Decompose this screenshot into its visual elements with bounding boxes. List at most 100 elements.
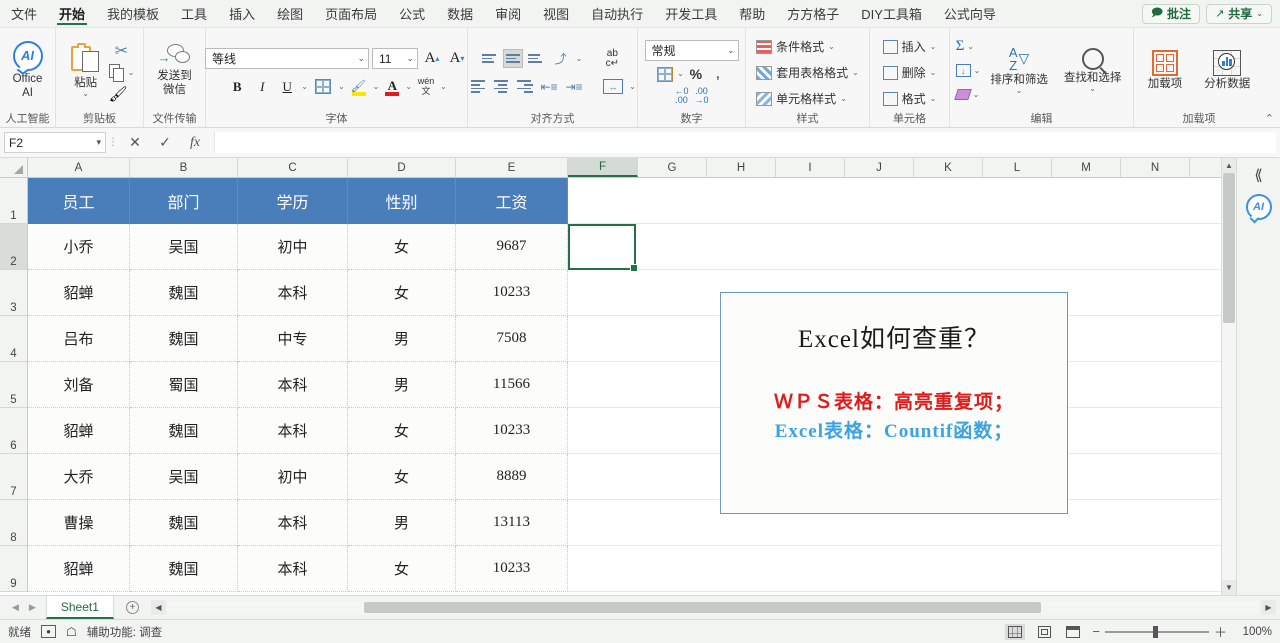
cell-a6[interactable]: 貂蝉 (28, 408, 130, 454)
next-sheet-icon[interactable]: ▶ (29, 602, 36, 613)
menu-tab-review[interactable]: 审阅 (484, 0, 532, 27)
menu-tab-view[interactable]: 视图 (532, 0, 580, 27)
italic-button[interactable]: I (251, 76, 273, 97)
scroll-left-icon[interactable]: ◀ (150, 600, 166, 615)
confirm-entry-button[interactable]: ✓ (150, 134, 180, 151)
column-header-f[interactable]: F (568, 158, 638, 177)
cell-d7[interactable]: 女 (348, 454, 456, 500)
menu-tab-formula-wizard[interactable]: 公式向导 (933, 0, 1007, 27)
menu-tab-diy-toolbox[interactable]: DIY工具箱 (850, 0, 933, 27)
cell-c1[interactable]: 学历 (238, 178, 348, 224)
cell-a8[interactable]: 曹操 (28, 500, 130, 546)
align-top-button[interactable] (480, 49, 500, 68)
cell-e2[interactable]: 9687 (456, 224, 568, 270)
paste-button[interactable]: 粘贴 ⌄ (65, 41, 107, 101)
cell-a2[interactable]: 小乔 (28, 224, 130, 270)
menu-tab-draw[interactable]: 绘图 (266, 0, 314, 27)
column-header-e[interactable]: E (456, 158, 568, 177)
chevron-down-icon[interactable]: ⌄ (677, 70, 684, 78)
zoom-in-button[interactable]: ＋ (1214, 622, 1227, 641)
comma-style-button[interactable]: , (708, 65, 728, 83)
conditional-formatting-button[interactable]: 条件格式 ⌄ (756, 35, 835, 59)
sort-filter-button[interactable]: A Z ▽ 排序和筛选 ⌄ (984, 44, 1054, 98)
row-header-8[interactable]: 8 (0, 500, 28, 546)
cell-a4[interactable]: 吕布 (28, 316, 130, 362)
align-center-button[interactable] (492, 77, 512, 96)
collapse-ribbon-icon[interactable]: ⌃ (1265, 112, 1274, 125)
prev-sheet-icon[interactable]: ◀ (12, 602, 19, 613)
column-header-j[interactable]: J (845, 158, 914, 177)
cell-b6[interactable]: 魏国 (130, 408, 238, 454)
horizontal-scroll-thumb[interactable] (364, 602, 1041, 613)
cell-b5[interactable]: 蜀国 (130, 362, 238, 408)
menu-tab-tools[interactable]: 工具 (170, 0, 218, 27)
menu-tab-file[interactable]: 文件 (0, 0, 48, 27)
page-break-view-button[interactable] (1063, 624, 1083, 640)
column-header-k[interactable]: K (914, 158, 983, 177)
select-all-corner[interactable] (0, 158, 28, 177)
formula-input[interactable] (214, 132, 1276, 153)
format-cells-button[interactable]: 格式 ⌄ (882, 87, 936, 111)
office-ai-button[interactable]: AI Office AI (4, 39, 51, 102)
sheet-tab-sheet1[interactable]: Sheet1 (45, 596, 114, 619)
collapse-panel-icon[interactable]: ⟪ (1254, 166, 1262, 184)
number-format-select[interactable]: 常规 ⌄ (644, 40, 739, 61)
find-select-button[interactable]: 查找和选择 ⌄ (1058, 46, 1128, 96)
cell-a1[interactable]: 员工 (28, 178, 130, 224)
cell-c4[interactable]: 中专 (238, 316, 348, 362)
cut-button[interactable]: ✂ (109, 41, 135, 61)
insert-cells-button[interactable]: 插入 ⌄ (882, 35, 936, 59)
cell-d5[interactable]: 男 (348, 362, 456, 408)
cell-e1[interactable]: 工资 (456, 178, 568, 224)
cell-e3[interactable]: 10233 (456, 270, 568, 316)
normal-view-button[interactable] (1005, 623, 1026, 640)
cell-e5[interactable]: 11566 (456, 362, 568, 408)
column-header-g[interactable]: G (638, 158, 707, 177)
autosum-button[interactable]: Σ ⌄ (956, 36, 981, 58)
row-header-5[interactable]: 5 (0, 362, 28, 408)
send-to-wechat-button[interactable]: → 发送到微信 (148, 42, 201, 99)
cell-f1[interactable] (568, 178, 1236, 224)
name-box[interactable]: F2 ▾ (4, 132, 106, 153)
horizontal-scroll-track[interactable] (167, 601, 1259, 614)
column-header-c[interactable]: C (238, 158, 348, 177)
orientation-button[interactable]: ⤴ (549, 48, 573, 69)
row-header-7[interactable]: 7 (0, 454, 28, 500)
scroll-down-icon[interactable]: ▼ (1222, 580, 1236, 595)
cell-d2[interactable]: 女 (348, 224, 456, 270)
addins-button[interactable]: 加载项 (1142, 48, 1189, 94)
vertical-scrollbar[interactable]: ▲ ▼ (1221, 158, 1236, 595)
column-header-n[interactable]: N (1121, 158, 1190, 177)
ai-assistant-icon[interactable]: AI (1245, 194, 1272, 220)
record-macro-icon[interactable]: ● (41, 625, 56, 638)
copy-button[interactable]: ⌄ (108, 63, 134, 82)
column-header-h[interactable]: H (707, 158, 776, 177)
cell-c8[interactable]: 本科 (238, 500, 348, 546)
column-header-i[interactable]: I (776, 158, 845, 177)
clear-button[interactable]: ⌄ (953, 84, 981, 106)
cell-e6[interactable]: 10233 (456, 408, 568, 454)
menu-tab-my-templates[interactable]: 我的模板 (96, 0, 170, 27)
cell-d9[interactable]: 女 (348, 546, 456, 592)
cell-c2[interactable]: 初中 (238, 224, 348, 270)
cell-a3[interactable]: 貂蝉 (28, 270, 130, 316)
menu-tab-page-layout[interactable]: 页面布局 (314, 0, 388, 27)
cell-d4[interactable]: 男 (348, 316, 456, 362)
cell-f2[interactable] (568, 224, 1236, 270)
chevron-down-icon[interactable]: ⌄ (629, 82, 636, 91)
increase-decimal-icon[interactable]: ←0.00 (674, 87, 688, 105)
font-size-select[interactable]: 11 ⌄ (372, 48, 418, 69)
align-middle-button[interactable] (502, 49, 523, 68)
cell-d6[interactable]: 女 (348, 408, 456, 454)
menu-tab-insert[interactable]: 插入 (218, 0, 266, 27)
add-sheet-button[interactable]: + (114, 596, 151, 619)
info-textbox[interactable]: Excel如何查重？ ＷＰＳ表格：高亮重复项； Excel表格：Countif函… (720, 292, 1068, 514)
font-color-button[interactable]: A (382, 76, 402, 97)
decrease-indent-button[interactable]: ⇤≡ (538, 76, 560, 97)
bold-button[interactable]: B (226, 76, 248, 97)
cell-b2[interactable]: 吴国 (130, 224, 238, 270)
menu-tab-fanfangezi[interactable]: 方方格子 (776, 0, 850, 27)
column-header-l[interactable]: L (983, 158, 1052, 177)
chevron-down-icon[interactable]: ⌄ (440, 82, 447, 91)
row-header-6[interactable]: 6 (0, 408, 28, 454)
